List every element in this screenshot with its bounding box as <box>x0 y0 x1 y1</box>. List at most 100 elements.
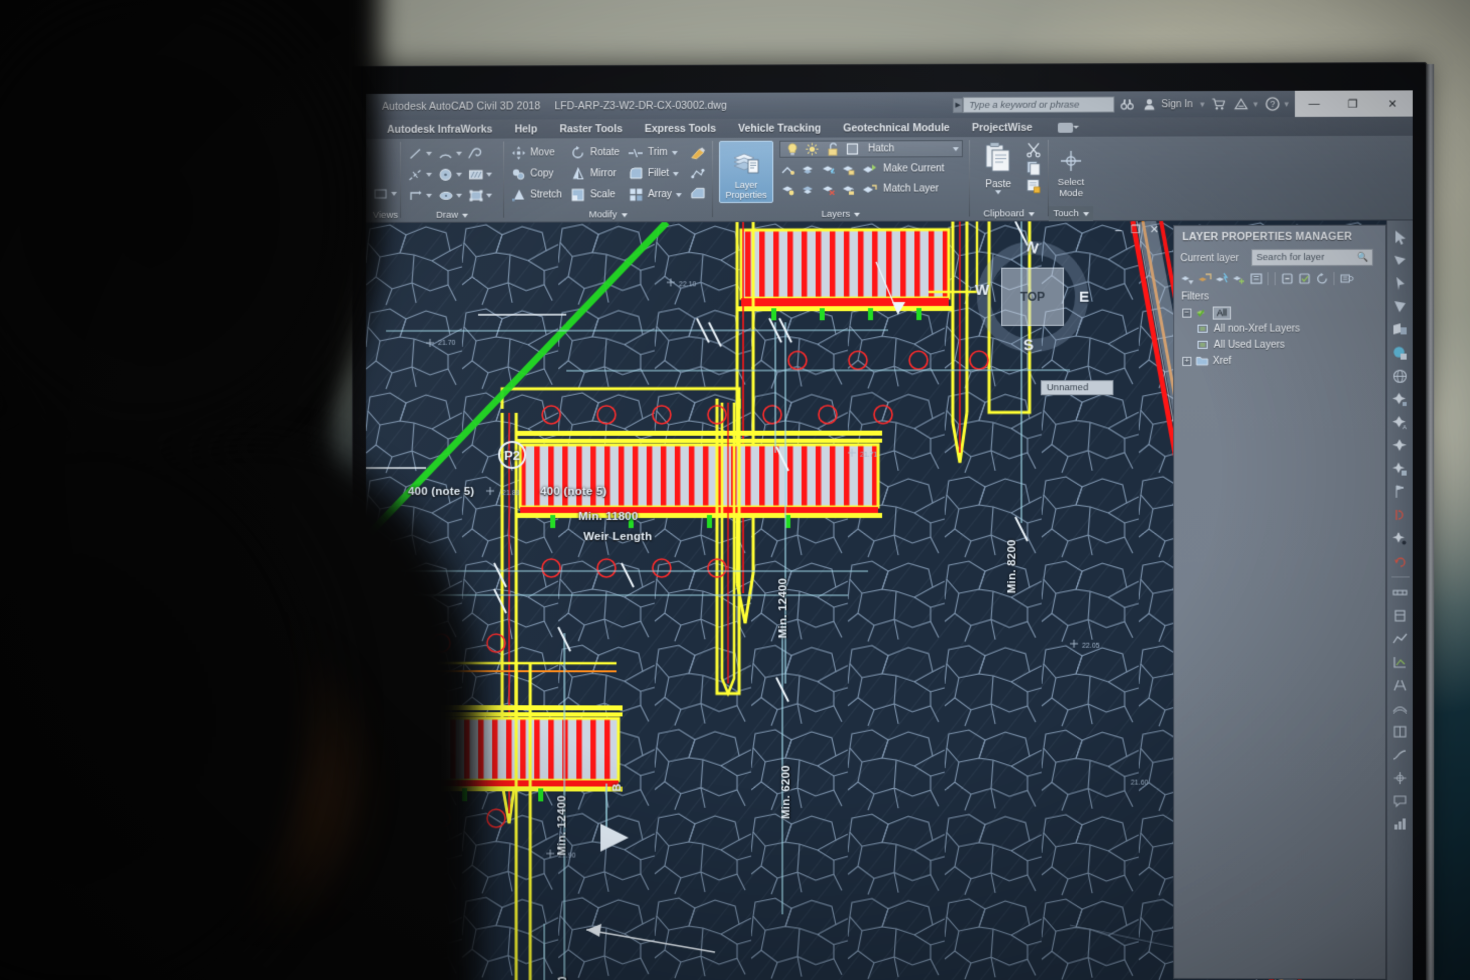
new-group-filter-icon[interactable] <box>1197 271 1212 286</box>
restore-button[interactable]: ❐ <box>1333 90 1372 116</box>
viewcube[interactable]: N S E W TOP <box>975 238 1089 354</box>
copy-clip-icon[interactable] <box>1026 159 1042 175</box>
pipe-icon[interactable] <box>1390 581 1410 602</box>
layer-search-input[interactable]: Search for layer 🔍 <box>1251 248 1374 267</box>
array-dropdown-icon[interactable] <box>675 192 682 197</box>
point-create-icon[interactable] <box>1390 389 1410 410</box>
make-current-label[interactable]: Make Current <box>883 163 944 174</box>
viewcube-top-face[interactable]: TOP <box>1001 267 1064 326</box>
signin-dropdown-icon[interactable]: ▾ <box>1200 99 1205 110</box>
section-icon[interactable] <box>1390 651 1410 672</box>
new-property-filter-icon[interactable] <box>1179 271 1194 286</box>
region-dropdown-icon[interactable] <box>486 193 493 198</box>
label-icon[interactable] <box>1390 482 1410 503</box>
undo-icon[interactable] <box>1390 551 1410 572</box>
point-table-icon[interactable] <box>1390 458 1410 479</box>
a360-dropdown-icon[interactable]: ▾ <box>1253 98 1258 109</box>
analyze-icon[interactable] <box>1390 813 1410 834</box>
polyline-icon[interactable] <box>467 145 484 162</box>
freeze-layer-icon[interactable] <box>820 161 837 178</box>
new-layer-icon[interactable] <box>1231 271 1246 286</box>
help-icon[interactable]: ? <box>1263 95 1282 113</box>
settings-icon[interactable] <box>1339 270 1354 285</box>
set-current-icon[interactable] <box>1297 271 1312 286</box>
sun-freeze-icon[interactable] <box>804 141 821 158</box>
arc-dropdown-icon[interactable] <box>456 151 463 156</box>
magnifier-icon[interactable]: 🔍 <box>1358 252 1369 263</box>
user-icon[interactable] <box>1140 95 1159 113</box>
select-mode-crosshair-icon[interactable] <box>1060 150 1082 177</box>
color-swatch-icon[interactable] <box>844 140 861 157</box>
parcel-icon[interactable] <box>1390 721 1410 742</box>
menu-item-express-tools[interactable]: Express Tools <box>634 122 727 134</box>
turn-all-layers-on-icon[interactable] <box>779 181 796 198</box>
close-button[interactable]: ✕ <box>1372 90 1413 116</box>
layer-properties-button[interactable]: Layer Properties <box>719 140 774 204</box>
lightbulb-on-icon[interactable] <box>783 141 800 158</box>
explode-icon[interactable] <box>690 165 706 181</box>
autodesk-a360-icon[interactable] <box>1232 95 1251 113</box>
structure-icon[interactable] <box>1390 605 1410 626</box>
layer-properties-manager-palette[interactable]: LAYER PROPERTIES MANAGER Current layer S… <box>1173 224 1387 980</box>
menu-item-raster-tools[interactable]: Raster Tools <box>548 123 633 135</box>
fillet-dropdown-icon[interactable] <box>673 171 680 176</box>
pick-edge-icon[interactable] <box>1390 296 1410 317</box>
unisolate-layer-icon[interactable] <box>800 181 817 198</box>
tree-node-all[interactable]: − All <box>1182 304 1385 320</box>
hatch-swatch-icon[interactable] <box>467 166 484 183</box>
region-icon[interactable] <box>467 187 484 204</box>
isolate-layer-icon[interactable] <box>800 161 817 178</box>
grading-icon[interactable] <box>1390 697 1410 718</box>
menu-item-vehicle-tracking[interactable]: Vehicle Tracking <box>727 122 832 134</box>
lock-layer-icon[interactable] <box>840 161 857 178</box>
trim-tool[interactable]: Trim <box>628 145 682 161</box>
minimize-button[interactable]: — <box>1295 91 1334 117</box>
array-tool[interactable]: Array <box>628 187 682 203</box>
tree-node-all-used[interactable]: All Used Layers <box>1197 336 1386 352</box>
mirror-tool[interactable]: Mirror <box>570 166 620 182</box>
layer-delete-icon[interactable] <box>820 181 837 198</box>
circle-icon[interactable] <box>437 166 454 183</box>
chamfer-icon[interactable] <box>690 186 706 202</box>
erase-icon[interactable] <box>690 145 706 161</box>
match-layer-icon[interactable] <box>860 181 877 198</box>
pick-face-icon[interactable] <box>1390 250 1410 271</box>
stretch-tool[interactable]: Stretch <box>510 187 562 203</box>
trim-dropdown-icon[interactable] <box>671 150 678 155</box>
help-dropdown-icon[interactable]: ▾ <box>1284 98 1289 109</box>
model-minimize-button[interactable]: – <box>1115 224 1121 236</box>
model-restore-button[interactable]: ❐ <box>1131 223 1141 236</box>
infocenter-expand-icon[interactable]: ▶ <box>953 97 964 113</box>
paste-dropdown-icon[interactable] <box>995 190 1002 195</box>
sign-in-label[interactable]: Sign In <box>1161 99 1193 110</box>
search-binoculars-icon[interactable] <box>1118 95 1137 113</box>
make-current-icon[interactable] <box>860 160 877 177</box>
ellipse-dropdown-icon[interactable] <box>456 193 463 198</box>
move-tool[interactable]: Move <box>510 145 562 161</box>
paste-button[interactable]: Paste <box>976 141 1020 195</box>
xline-icon[interactable] <box>407 166 424 183</box>
tree-node-xref[interactable]: + Xref <box>1182 353 1385 369</box>
menu-item-help[interactable]: Help <box>504 123 549 135</box>
civil3d-right-toolbar[interactable]: A <box>1386 220 1413 980</box>
unlock-layer-icon[interactable] <box>840 181 857 198</box>
unnamed-view-label[interactable]: Unnamed <box>1040 380 1114 396</box>
layer-dropdown-icon[interactable] <box>952 146 959 151</box>
ellipse-icon[interactable] <box>437 187 454 204</box>
unlock-icon[interactable] <box>824 141 841 158</box>
copy-tool[interactable]: Copy <box>510 166 562 182</box>
refresh-icon[interactable] <box>1314 271 1329 286</box>
expand-collapse-icon[interactable]: + <box>1182 356 1192 366</box>
survey-icon[interactable] <box>1390 767 1410 788</box>
line-icon[interactable] <box>407 145 424 162</box>
rotate-tool[interactable]: Rotate <box>570 145 620 161</box>
views-dropdown-icon[interactable] <box>391 191 398 196</box>
drawing-canvas-area[interactable]: 21.70 22.10 21.71 21.90 22.05 21.66 21.8… <box>365 220 1413 980</box>
cart-icon[interactable] <box>1210 95 1229 113</box>
hatch-dropdown-icon[interactable] <box>486 172 493 177</box>
circle-dropdown-icon[interactable] <box>456 172 463 177</box>
expand-collapse-icon[interactable]: − <box>1182 308 1192 318</box>
globe-surface-icon[interactable] <box>1390 342 1410 363</box>
corridor-icon[interactable] <box>1390 674 1410 695</box>
paste-special-icon[interactable] <box>1026 177 1042 193</box>
